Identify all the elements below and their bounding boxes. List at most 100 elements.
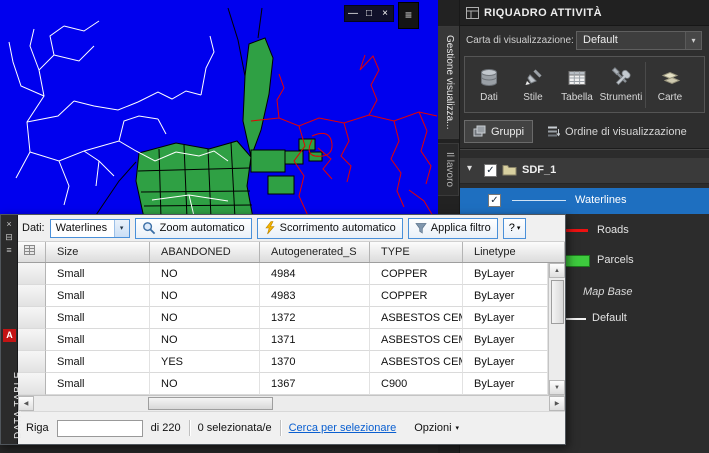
cell-abandoned: NO [150, 285, 260, 307]
palette-title-bar[interactable]: × ⊟ ≡ A DATA TABLE [1, 215, 24, 444]
scorrimento-automatico-button[interactable]: Scorrimento automatico [256, 217, 403, 239]
chevron-down-icon: ▾ [113, 219, 129, 237]
record-selector[interactable] [18, 351, 46, 373]
carte-label: Carte [657, 91, 683, 103]
record-selector-header[interactable] [18, 242, 46, 262]
grid-icon [24, 245, 35, 255]
divider [279, 420, 281, 436]
table-row[interactable]: Small NO 4983 COPPER ByLayer [18, 285, 548, 307]
dati-button[interactable]: Dati [467, 59, 511, 110]
panel-menu-button[interactable]: ≡ [398, 2, 419, 29]
layer-checkbox[interactable]: ✓ [488, 194, 501, 207]
dati-label: Dati [480, 91, 498, 103]
data-table-grid: Size ABANDONED Autogenerated_S TYPE Line… [18, 242, 565, 395]
stile-button[interactable]: Stile [511, 59, 555, 110]
cell-linetype: ByLayer [463, 263, 548, 285]
groups-icon [473, 125, 486, 137]
cell-size: Small [46, 373, 150, 395]
layer-group-sdf1[interactable]: ▾ ✓ SDF_1 [460, 158, 709, 184]
data-source-dropdown[interactable]: Waterlines ▾ [49, 218, 130, 238]
vertical-scroll-thumb[interactable] [550, 280, 564, 324]
scroll-left-icon[interactable]: ◀ [18, 396, 34, 411]
applica-filtro-label: Applica filtro [430, 222, 491, 234]
map-window-controls: — □ × [344, 5, 394, 22]
tab-gestione-visualizzazione[interactable]: Gestione visualizza... [438, 26, 459, 139]
vertical-scrollbar[interactable]: ▲ ▼ [548, 263, 565, 395]
cell-type: ASBESTOS CEM... [370, 351, 463, 373]
cell-linetype: ByLayer [463, 285, 548, 307]
autocad-logo: A [3, 329, 16, 342]
maps-icon [661, 71, 681, 84]
chevron-down-icon: ▾ [685, 32, 701, 49]
column-header-linetype[interactable]: Linetype [463, 242, 565, 262]
folder-icon [502, 165, 517, 176]
scorrimento-automatico-label: Scorrimento automatico [279, 222, 396, 234]
display-map-dropdown[interactable]: Default ▾ [576, 31, 702, 50]
strumenti-button[interactable]: Strumenti [599, 59, 643, 110]
opzioni-button[interactable]: Opzioni ▾ [414, 422, 459, 434]
draw-order-icon [548, 126, 561, 137]
cell-size: Small [46, 351, 150, 373]
column-header-autogenerated[interactable]: Autogenerated_S [260, 242, 370, 262]
layer-item-waterlines[interactable]: ✓ Waterlines [460, 188, 709, 214]
cell-size: Small [46, 307, 150, 329]
record-selector[interactable] [18, 329, 46, 351]
tab-il-lavoro[interactable]: Il lavoro [438, 142, 459, 196]
scroll-down-icon[interactable]: ▼ [549, 380, 565, 395]
draw-order-button[interactable]: Ordine di visualizzazione [543, 120, 691, 143]
layer-label: Waterlines [575, 194, 627, 206]
column-header-type[interactable]: TYPE [370, 242, 463, 262]
cerca-per-selezionare-link[interactable]: Cerca per selezionare [289, 422, 397, 434]
table-header: Size ABANDONED Autogenerated_S TYPE Line… [18, 242, 565, 263]
cell-linetype: ByLayer [463, 329, 548, 351]
cell-autogenerated: 1372 [260, 307, 370, 329]
close-icon[interactable]: × [377, 6, 393, 21]
divider [188, 420, 190, 436]
table-row[interactable]: Small NO 4984 COPPER ByLayer [18, 263, 548, 285]
column-header-size[interactable]: Size [46, 242, 150, 262]
help-button[interactable]: ? ▾ [502, 217, 527, 239]
restore-icon[interactable]: □ [361, 6, 377, 21]
cell-type: C900 [370, 373, 463, 395]
cell-abandoned: YES [150, 351, 260, 373]
palette-properties-icon[interactable]: ≡ [1, 244, 17, 257]
gruppi-button[interactable]: Gruppi [464, 120, 534, 143]
carte-button[interactable]: Carte [648, 59, 692, 110]
minimize-icon[interactable]: — [345, 6, 361, 21]
table-row[interactable]: Small NO 1372 ASBESTOS CEM... ByLayer [18, 307, 548, 329]
display-map-label: Carta di visualizzazione: [466, 35, 574, 46]
magnifier-icon [142, 222, 155, 235]
palette-autohide-icon[interactable]: ⊟ [1, 231, 17, 244]
zoom-automatico-button[interactable]: Zoom automatico [134, 217, 252, 239]
table-row[interactable]: Small NO 1367 C900 ByLayer [18, 373, 548, 395]
map-viewport[interactable]: — □ × ≡ [0, 0, 438, 219]
palette-close-icon[interactable]: × [1, 218, 17, 231]
row-number-input[interactable] [56, 419, 143, 437]
layer-checkbox[interactable]: ✓ [484, 164, 497, 177]
scroll-up-icon[interactable]: ▲ [549, 263, 565, 278]
map-canvas[interactable] [0, 0, 438, 219]
tools-icon [611, 66, 631, 85]
horizontal-scrollbar[interactable]: ◀ ▶ [18, 395, 565, 411]
record-selector[interactable] [18, 285, 46, 307]
data-source-value: Waterlines [55, 222, 108, 234]
layer-label: Parcels [597, 254, 634, 266]
record-selector[interactable] [18, 263, 46, 285]
table-row[interactable]: Small YES 1370 ASBESTOS CEM... ByLayer [18, 351, 548, 373]
chevron-down-icon: ▾ [516, 225, 521, 232]
lightning-icon [265, 221, 275, 235]
waterlines-style-swatch [512, 200, 566, 201]
layer-label: Roads [597, 224, 629, 236]
cell-linetype: ByLayer [463, 351, 548, 373]
scroll-right-icon[interactable]: ▶ [549, 396, 565, 411]
horizontal-scroll-thumb[interactable] [148, 397, 273, 410]
brush-icon [525, 68, 542, 85]
record-selector[interactable] [18, 307, 46, 329]
column-header-abandoned[interactable]: ABANDONED [150, 242, 260, 262]
table-row[interactable]: Small NO 1371 ASBESTOS CEM... ByLayer [18, 329, 548, 351]
applica-filtro-button[interactable]: Applica filtro [407, 217, 498, 239]
zoom-automatico-label: Zoom automatico [159, 222, 245, 234]
chevron-down-icon[interactable]: ▾ [467, 163, 472, 174]
tabella-button[interactable]: Tabella [555, 59, 599, 110]
record-selector[interactable] [18, 373, 46, 395]
